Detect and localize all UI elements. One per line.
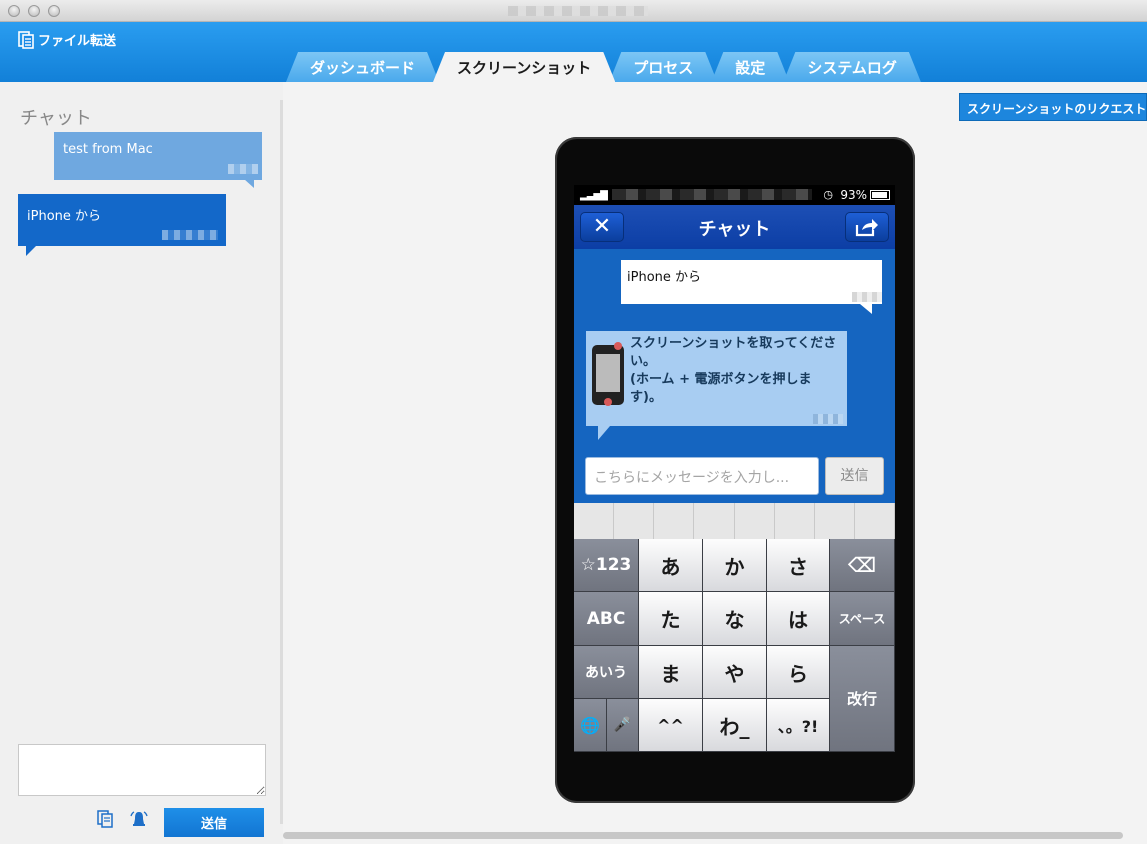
- key-ha[interactable]: は: [767, 592, 830, 646]
- chat-sidebar: チャット test from Mac iPhone から 送信: [0, 82, 280, 844]
- phone-message-instruction: スクリーンショットを取ってください。 (ホーム + 電源ボタンを押します)。: [586, 331, 847, 440]
- microphone-icon[interactable]: 🎤: [607, 699, 639, 752]
- clock-icon: ◷: [823, 188, 833, 201]
- key-abc[interactable]: ABC: [574, 592, 639, 646]
- request-screenshot-button[interactable]: スクリーンショットのリクエスト: [959, 93, 1147, 121]
- file-transfer-icon: [18, 30, 34, 49]
- phone-keyboard: ☆123 あ か さ ⌫ ABC た な は スペース あいう ま や ら 改行…: [574, 539, 895, 752]
- key-a[interactable]: あ: [639, 539, 703, 592]
- message-timestamp: [852, 292, 882, 302]
- window-titlebar: [0, 0, 1147, 22]
- clipboard-icon[interactable]: [96, 810, 114, 828]
- key-space[interactable]: スペース: [830, 592, 895, 646]
- battery-percent: 93%: [840, 188, 867, 202]
- keyboard-candidate-bar: [574, 503, 895, 539]
- key-return[interactable]: 改行: [830, 646, 895, 752]
- key-emoticon[interactable]: ^^: [639, 699, 703, 752]
- key-punctuation[interactable]: 、。?!: [767, 699, 830, 752]
- alert-icon[interactable]: [130, 810, 148, 828]
- chat-tools: [96, 810, 148, 828]
- screenshot-panel: スクリーンショットのリクエスト ▂▃▅▇ ◷ 93% ✕ チャット iPhone…: [283, 82, 1147, 844]
- phone-input-row: こちらにメッセージを入力し... 送信: [574, 457, 895, 501]
- phone-navbar: ✕ チャット: [574, 205, 895, 249]
- app-header: ファイル転送 ダッシュボード スクリーンショット プロセス 設定 システムログ: [0, 22, 1147, 82]
- tab-process[interactable]: プロセス: [609, 52, 717, 82]
- key-numbers[interactable]: ☆123: [574, 539, 639, 592]
- key-na[interactable]: な: [703, 592, 767, 646]
- tab-dashboard[interactable]: ダッシュボード: [286, 52, 439, 82]
- share-icon[interactable]: [845, 212, 889, 242]
- message-timestamp: [813, 414, 843, 424]
- horizontal-scrollbar[interactable]: [283, 832, 1123, 839]
- globe-icon[interactable]: 🌐: [574, 699, 607, 752]
- chat-message-iphone: iPhone から: [18, 194, 226, 256]
- zoom-window-button[interactable]: [48, 5, 60, 17]
- close-window-button[interactable]: [8, 5, 20, 17]
- key-ra[interactable]: ら: [767, 646, 830, 699]
- tab-screenshot[interactable]: スクリーンショット: [433, 52, 615, 82]
- key-ka[interactable]: か: [703, 539, 767, 592]
- backspace-icon[interactable]: ⌫: [830, 539, 895, 592]
- phone-message-input[interactable]: こちらにメッセージを入力し...: [585, 457, 819, 495]
- phone-screen: ▂▃▅▇ ◷ 93% ✕ チャット iPhone から スクリーンショットを取っ…: [574, 185, 895, 752]
- phone-message-text: スクリーンショットを取ってください。 (ホーム + 電源ボタンを押します)。: [630, 336, 837, 405]
- battery-icon: [870, 190, 890, 200]
- tab-bar: ダッシュボード スクリーンショット プロセス 設定 システムログ: [286, 52, 915, 82]
- phone-message-sent: iPhone から: [621, 260, 882, 314]
- window-title: [508, 6, 648, 16]
- key-wa[interactable]: わ_: [703, 699, 767, 752]
- phone-preview: ▂▃▅▇ ◷ 93% ✕ チャット iPhone から スクリーンショットを取っ…: [555, 137, 915, 803]
- carrier-text: [612, 189, 812, 200]
- tab-system-log[interactable]: システムログ: [783, 52, 921, 82]
- signal-bars-icon: ▂▃▅▇: [580, 190, 608, 201]
- chat-message-mac: test from Mac: [54, 132, 262, 188]
- sidebar-title: チャット: [20, 108, 92, 129]
- sidebar-send-button[interactable]: 送信: [164, 808, 264, 837]
- key-kana[interactable]: あいう: [574, 646, 639, 699]
- tab-settings[interactable]: 設定: [711, 52, 789, 82]
- phone-illustration-icon: [592, 342, 624, 406]
- chat-message-text: iPhone から: [27, 209, 102, 224]
- phone-message-text: iPhone から: [627, 270, 702, 285]
- key-ya[interactable]: や: [703, 646, 767, 699]
- phone-send-button[interactable]: 送信: [825, 457, 884, 495]
- phone-chat-area: iPhone から スクリーンショットを取ってください。 (ホーム + 電源ボタ…: [574, 249, 895, 449]
- key-sa[interactable]: さ: [767, 539, 830, 592]
- chat-message-text: test from Mac: [63, 142, 153, 157]
- phone-status-bar: ▂▃▅▇ ◷ 93%: [574, 185, 895, 205]
- key-ta[interactable]: た: [639, 592, 703, 646]
- key-ma[interactable]: ま: [639, 646, 703, 699]
- app-logo: ファイル転送: [18, 30, 116, 49]
- app-name: ファイル転送: [38, 34, 117, 49]
- chat-input[interactable]: [18, 744, 266, 796]
- message-timestamp: [228, 164, 258, 174]
- message-timestamp: [162, 230, 218, 240]
- minimize-window-button[interactable]: [28, 5, 40, 17]
